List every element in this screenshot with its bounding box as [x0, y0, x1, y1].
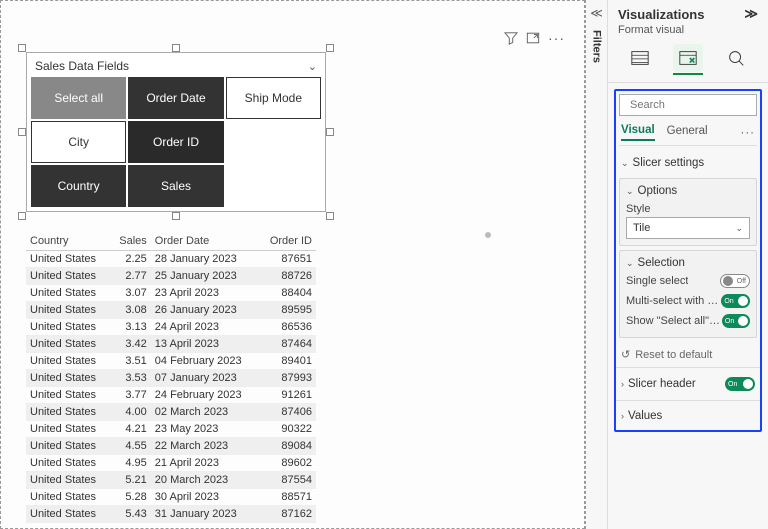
focus-mode-icon[interactable]	[526, 31, 540, 45]
section-slicer-header[interactable]: › Slicer header On	[619, 372, 757, 396]
table-row[interactable]: United States3.0826 January 202389595	[26, 302, 316, 319]
show-select-all-label: Show "Select all" o…	[626, 315, 722, 327]
filters-label: Filters	[591, 30, 603, 63]
expand-filters-icon[interactable]: ≪	[590, 6, 603, 20]
slicer-title: Sales Data Fields	[35, 59, 129, 73]
slicer-tile[interactable]: Order ID	[128, 121, 223, 163]
highlighted-format-region: Visual General ··· ⌄ Slicer settings ⌄ O…	[614, 89, 762, 432]
subsection-selection: ⌄ Selection Single select Off Multi-sele…	[619, 250, 757, 338]
table-row[interactable]: United States3.5307 January 202387993	[26, 370, 316, 387]
table-row[interactable]: United States3.4213 April 202387464	[26, 336, 316, 353]
table-row[interactable]: United States2.2528 January 202387651	[26, 251, 316, 268]
slicer-tile[interactable]: City	[31, 121, 126, 163]
pane-subtitle: Format visual	[608, 24, 768, 40]
table-row[interactable]: United States3.1324 April 202386536	[26, 319, 316, 336]
section-slicer-settings[interactable]: ⌄ Slicer settings	[619, 152, 757, 174]
slicer-tile[interactable]: Select all	[31, 77, 126, 119]
format-search[interactable]	[619, 94, 757, 116]
chevron-right-icon: ›	[621, 411, 624, 421]
tab-visual[interactable]: Visual	[621, 124, 655, 141]
chevron-down-icon: ⌄	[626, 258, 634, 269]
build-visual-tab[interactable]	[625, 44, 655, 72]
visualizations-pane: Visualizations ≫ Format visual Visual Ge…	[608, 0, 768, 529]
slicer-tile[interactable]: Country	[31, 165, 126, 207]
table-row[interactable]: United States4.9521 April 202389602	[26, 455, 316, 472]
slicer-tile[interactable]: Ship Mode	[226, 77, 321, 119]
scroll-indicator[interactable]	[485, 232, 491, 238]
table-row[interactable]: United States5.2120 March 202387554	[26, 472, 316, 489]
table-row[interactable]: United States3.5104 February 202389401	[26, 353, 316, 370]
slicer-header-toggle[interactable]: On	[725, 377, 755, 391]
filter-icon[interactable]	[504, 31, 518, 45]
style-dropdown[interactable]: Tile ⌄	[626, 217, 750, 239]
search-input[interactable]	[630, 99, 768, 111]
table-row[interactable]: United States4.2123 May 202390322	[26, 421, 316, 438]
subsection-options: ⌄ Options Style Tile ⌄	[619, 178, 757, 246]
show-select-all-toggle[interactable]: On	[722, 314, 750, 328]
table-row[interactable]: United States5.4331 January 202387162	[26, 506, 316, 523]
multi-select-label: Multi-select with C…	[626, 295, 721, 307]
slicer-tile[interactable]: Order Date	[128, 77, 223, 119]
pane-title: Visualizations	[618, 7, 704, 22]
section-values[interactable]: › Values	[619, 405, 757, 427]
report-canvas[interactable]: ··· Sales Data Fields ⌄ Select allOrder …	[0, 0, 586, 529]
table-row[interactable]: United States5.2830 April 202388571	[26, 489, 316, 506]
table-row[interactable]: United States3.0723 April 202388404	[26, 285, 316, 302]
chevron-down-icon: ⌄	[621, 158, 629, 169]
single-select-label: Single select	[626, 275, 688, 287]
column-header[interactable]: Country	[26, 232, 110, 251]
chevron-down-icon: ⌄	[626, 186, 634, 197]
multi-select-toggle[interactable]: On	[721, 294, 750, 308]
single-select-toggle[interactable]: Off	[720, 274, 750, 288]
format-visual-tab[interactable]	[673, 44, 703, 72]
table-row[interactable]: United States4.0002 March 202387406	[26, 404, 316, 421]
chevron-down-icon[interactable]: ⌄	[308, 60, 317, 73]
column-header[interactable]: Order ID	[259, 232, 316, 251]
reset-icon: ↺	[621, 348, 630, 361]
column-header[interactable]: Sales	[110, 232, 150, 251]
table-row[interactable]: United States2.7725 January 202388726	[26, 268, 316, 285]
column-header[interactable]: Order Date	[151, 232, 259, 251]
chevron-down-icon: ⌄	[735, 223, 743, 234]
analytics-tab[interactable]	[721, 44, 751, 72]
tab-general[interactable]: General	[667, 125, 708, 140]
collapse-pane-icon[interactable]: ≫	[744, 6, 758, 22]
more-options-icon[interactable]: ···	[548, 30, 565, 46]
tab-more-icon[interactable]: ···	[741, 127, 756, 139]
table-row[interactable]: United States4.5522 March 202389084	[26, 438, 316, 455]
slicer-tile[interactable]: Sales	[128, 165, 223, 207]
chevron-right-icon: ›	[621, 379, 624, 389]
data-table-visual[interactable]: CountrySalesOrder DateOrder ID United St…	[26, 232, 316, 523]
table-row[interactable]: United States3.7724 February 202391261	[26, 387, 316, 404]
style-label: Style	[626, 199, 750, 215]
reset-to-default[interactable]: ↺ Reset to default	[619, 342, 757, 363]
filters-pane-collapsed[interactable]: ≪ Filters	[586, 0, 608, 529]
slicer-visual[interactable]: Sales Data Fields ⌄ Select allOrder Date…	[26, 52, 326, 212]
